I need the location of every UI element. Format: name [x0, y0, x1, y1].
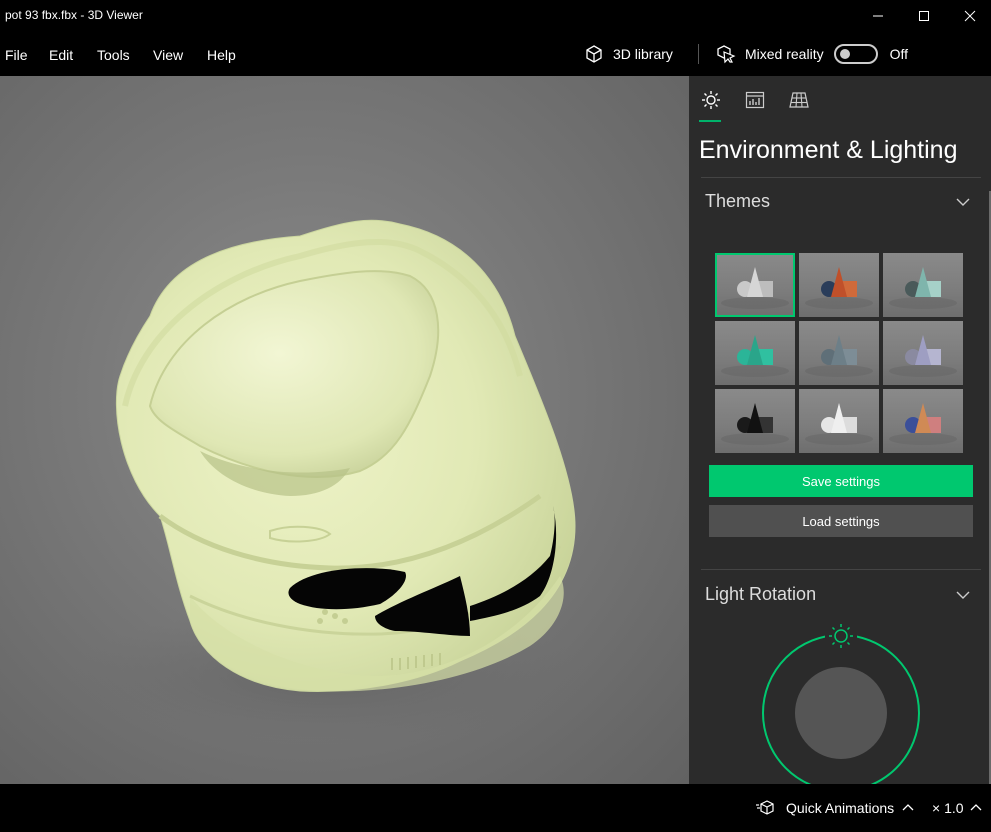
cube-icon	[586, 45, 602, 63]
chevron-up-icon	[970, 804, 981, 811]
theme-thumbnail[interactable]	[715, 253, 795, 317]
quick-animations-label: Quick Animations	[786, 800, 895, 816]
tab-stats[interactable]	[743, 88, 767, 112]
animation-speed-label: × 1.0	[932, 800, 964, 816]
chevron-down-icon[interactable]	[955, 587, 971, 603]
quick-animations-button[interactable]: Quick Animations	[756, 800, 914, 816]
mixed-reality-icon	[717, 45, 736, 64]
theme-thumbnail[interactable]	[715, 389, 795, 453]
panel-tabs	[689, 76, 991, 124]
close-button[interactable]	[947, 0, 991, 32]
theme-thumbnail[interactable]	[799, 253, 879, 317]
dial-knob[interactable]	[795, 667, 887, 759]
theme-thumbnail[interactable]	[715, 321, 795, 385]
mixed-reality-state: Off	[889, 46, 909, 62]
close-icon	[964, 10, 976, 22]
theme-thumbnail[interactable]	[799, 389, 879, 453]
light-rotation-dial[interactable]	[761, 621, 925, 784]
toolbar-divider	[698, 44, 699, 64]
maximize-button[interactable]	[901, 0, 947, 32]
mixed-reality-toggle[interactable]	[833, 44, 878, 64]
themes-heading[interactable]: Themes	[705, 191, 770, 212]
sun-icon	[702, 91, 720, 109]
tab-grid[interactable]	[787, 88, 811, 112]
theme-thumbnail[interactable]	[883, 321, 963, 385]
mixed-reality-label: Mixed reality	[745, 46, 824, 62]
maximize-icon	[919, 11, 929, 21]
active-tab-indicator	[699, 120, 721, 122]
theme-thumbnail[interactable]	[883, 253, 963, 317]
minimize-button[interactable]	[855, 0, 901, 32]
menu-file[interactable]: File	[5, 47, 28, 63]
section-divider	[701, 177, 981, 178]
grid-icon	[789, 92, 809, 108]
menu-view[interactable]: View	[153, 47, 183, 63]
toggle-knob	[839, 49, 850, 59]
menu-edit[interactable]: Edit	[49, 47, 73, 63]
section-divider	[701, 569, 981, 570]
title-bar: pot 93 fbx.fbx - 3D Viewer	[0, 0, 991, 32]
save-settings-button[interactable]: Save settings	[709, 465, 973, 497]
menu-help[interactable]: Help	[207, 47, 236, 63]
status-bar: Quick Animations × 1.0	[0, 784, 991, 832]
chevron-up-icon	[902, 804, 914, 811]
menu-tools[interactable]: Tools	[97, 47, 130, 63]
chevron-down-icon[interactable]	[955, 194, 971, 210]
light-rotation-heading[interactable]: Light Rotation	[705, 584, 816, 605]
tab-environment[interactable]	[699, 88, 723, 112]
3d-viewport[interactable]	[0, 76, 689, 784]
window-title: pot 93 fbx.fbx - 3D Viewer	[5, 8, 143, 22]
environment-panel: Environment & Lighting Themes Save setti…	[689, 76, 991, 784]
3d-library-label: 3D library	[613, 46, 673, 62]
menu-bar: File Edit Tools View Help 3D library Mix…	[0, 32, 991, 76]
minimize-icon	[873, 15, 883, 17]
animation-cube-icon	[756, 800, 774, 815]
panel-title: Environment & Lighting	[699, 136, 958, 164]
stats-icon	[745, 91, 765, 109]
mixed-reality-group: Mixed reality Off	[716, 42, 908, 66]
load-settings-button[interactable]: Load settings	[709, 505, 973, 537]
animation-speed-button[interactable]: × 1.0	[932, 800, 982, 816]
3d-library-button[interactable]: 3D library	[584, 42, 673, 66]
theme-thumbnail[interactable]	[883, 389, 963, 453]
pot-model	[70, 219, 590, 746]
theme-thumbnail[interactable]	[799, 321, 879, 385]
